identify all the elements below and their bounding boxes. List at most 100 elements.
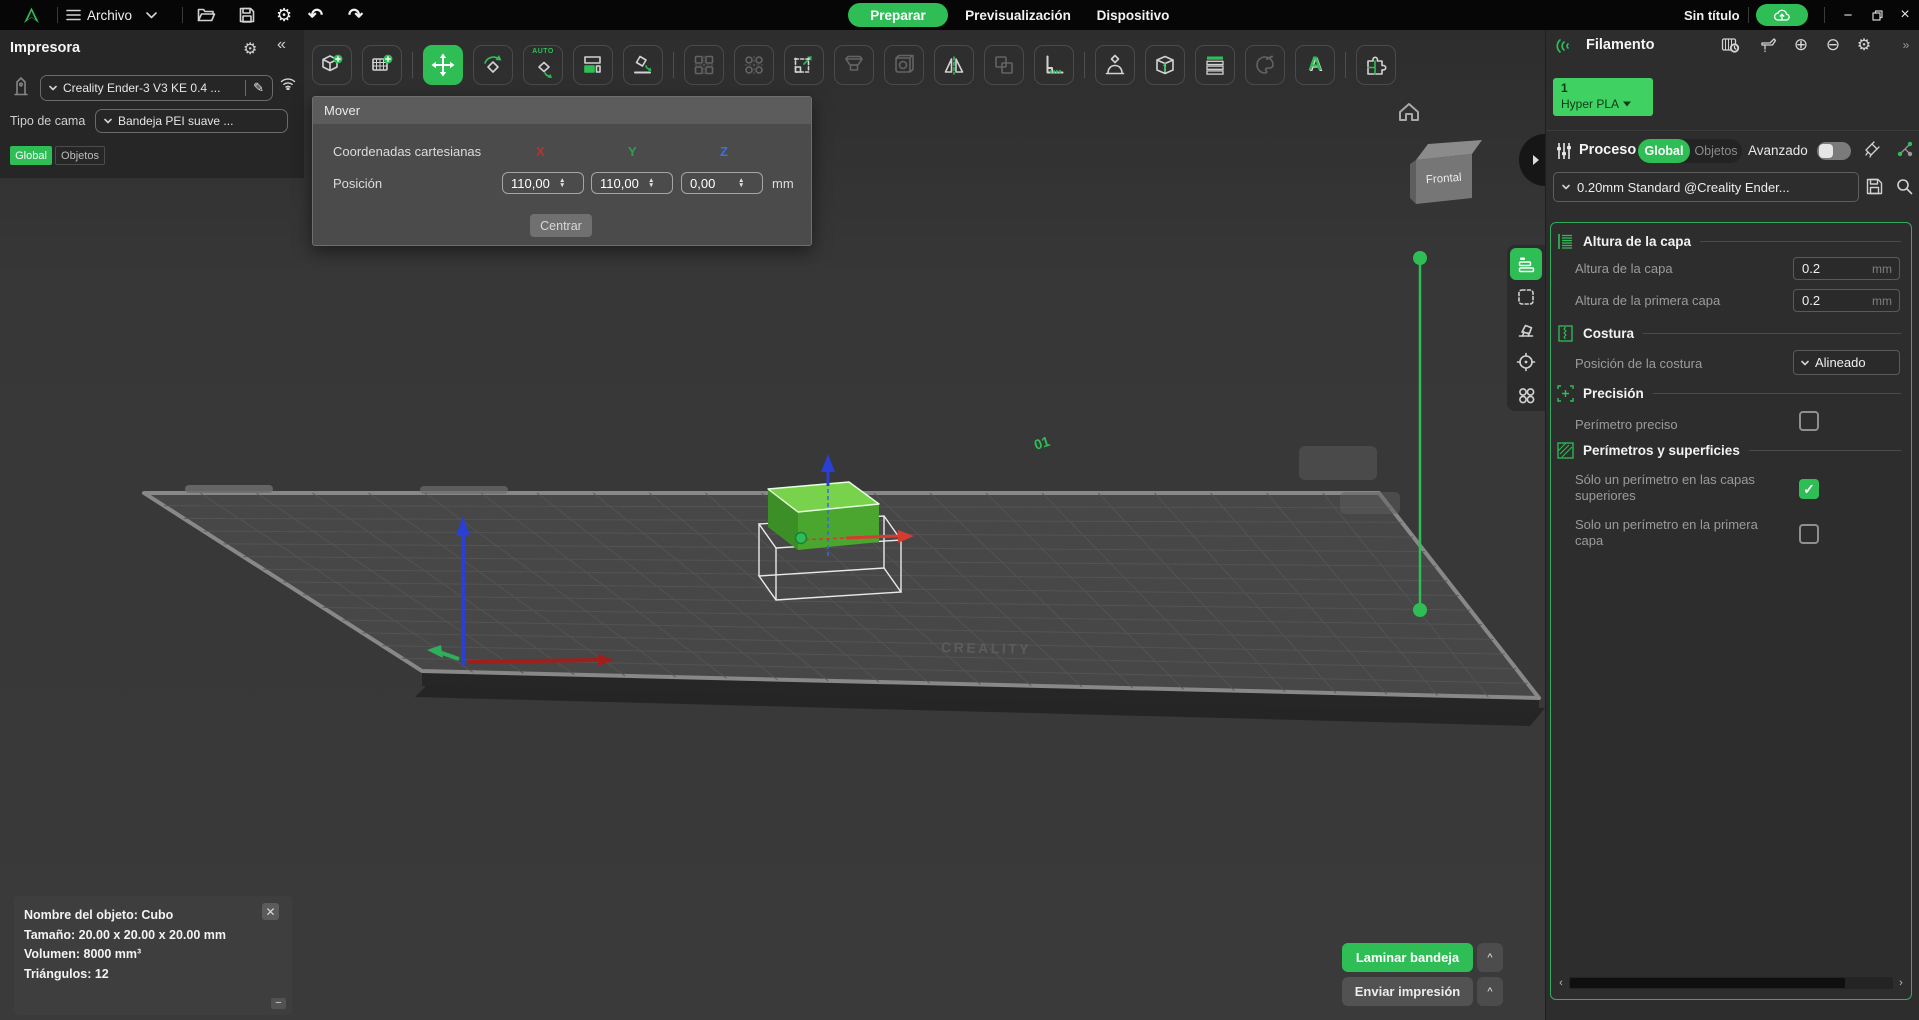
tab-device[interactable]: Dispositivo [1092, 3, 1174, 27]
cloud-upload-button[interactable] [1756, 4, 1808, 26]
gizmo-center-handle[interactable] [796, 533, 807, 544]
setting-label: Solo un perímetro en la primera capa [1575, 517, 1787, 549]
slider-top-handle[interactable] [1413, 251, 1427, 265]
slice-options-button[interactable]: ^ [1477, 943, 1503, 972]
x-position-stepper[interactable]: ▲▼ [502, 172, 584, 194]
arrange-button[interactable] [573, 45, 613, 85]
y-position-stepper[interactable]: ▲▼ [591, 172, 673, 194]
z-position-stepper[interactable]: ▲▼ [681, 172, 763, 194]
tab-preview[interactable]: Previsualización [958, 3, 1078, 27]
seam-tool-button[interactable] [1145, 45, 1185, 85]
scrollbar-thumb[interactable] [1570, 978, 1845, 988]
y-position-input[interactable] [592, 176, 646, 191]
support-blocker-button[interactable] [834, 45, 874, 85]
x-position-input[interactable] [503, 176, 557, 191]
precise-wall-checkbox[interactable] [1799, 411, 1819, 431]
settings-gear-icon[interactable]: ⚙ [276, 0, 292, 30]
hole-tool-button[interactable] [884, 45, 924, 85]
measure-tool-button[interactable] [1034, 45, 1074, 85]
collapse-section-icon[interactable]: » [1894, 30, 1918, 60]
plate-list-button[interactable] [1510, 248, 1542, 280]
stepper-arrows[interactable]: ▲▼ [559, 178, 565, 189]
filament-settings-gear-icon[interactable]: ⚙ [1852, 30, 1876, 60]
scope-objects-tab[interactable]: Objetos [55, 146, 105, 165]
stepper-arrows[interactable]: ▲▼ [738, 178, 744, 189]
move-dialog-header[interactable]: Mover [313, 97, 811, 124]
send-options-button[interactable]: ^ [1477, 977, 1503, 1006]
slice-plate-button[interactable]: Laminar bandeja [1342, 943, 1473, 972]
profile-select[interactable]: 0.20mm Standard @Creality Ender... [1553, 172, 1859, 202]
filament-slot-chip[interactable]: 1 Hyper PLA [1553, 78, 1653, 116]
single-wall-first-checkbox[interactable] [1799, 524, 1819, 544]
file-menu[interactable]: Archivo [87, 0, 132, 30]
filament-unload-icon[interactable] [1756, 30, 1780, 60]
chevron-down-icon[interactable] [146, 12, 157, 19]
lay-flat-button[interactable] [623, 45, 663, 85]
paint-tool-button[interactable] [1245, 45, 1285, 85]
close-button[interactable]: × [1890, 0, 1919, 30]
calibration-icon[interactable] [1863, 140, 1881, 158]
first-layer-height-input[interactable] [1794, 293, 1858, 308]
plugin-button[interactable] [1356, 45, 1396, 85]
layer-height-tool-button[interactable] [1195, 45, 1235, 85]
send-print-button[interactable]: Enviar impresión [1342, 977, 1473, 1006]
split-tool-button[interactable] [934, 45, 974, 85]
parameter-nodes-icon[interactable] [1896, 140, 1914, 158]
auto-orient-button[interactable]: AUTO [523, 45, 563, 85]
restore-button[interactable] [1862, 0, 1892, 30]
minimize-info-icon[interactable]: − [271, 998, 286, 1009]
view-cube[interactable]: Frontal [1402, 136, 1486, 212]
save-icon[interactable] [239, 7, 255, 23]
edit-printer-icon[interactable]: ✎ [245, 80, 264, 96]
center-button[interactable]: Centrar [530, 214, 592, 237]
add-filament-icon[interactable]: ⊕ [1789, 30, 1813, 60]
layer-height-input[interactable] [1794, 261, 1858, 276]
undo-icon[interactable]: ↶ [308, 0, 323, 30]
bed-type-select[interactable]: Bandeja PEI suave ... [95, 109, 288, 133]
printer-select[interactable]: Creality Ender-3 V3 KE 0.4 ... ✎ [40, 75, 273, 101]
fill-plate-button[interactable] [734, 45, 774, 85]
selection-box-button[interactable] [1510, 281, 1542, 313]
manual-support-button[interactable] [1095, 45, 1135, 85]
slider-bottom-handle[interactable] [1413, 603, 1427, 617]
horizontal-scrollbar[interactable]: ‹ › [1556, 975, 1906, 991]
hamburger-icon[interactable] [66, 9, 81, 21]
boolean-tool-button[interactable] [984, 45, 1024, 85]
close-icon[interactable]: ✕ [262, 903, 279, 920]
scrollbar-track[interactable] [1569, 977, 1893, 989]
layer-height-field[interactable]: mm [1793, 257, 1900, 280]
view-cube-front-label[interactable]: Frontal [1426, 172, 1463, 186]
add-model-button[interactable] [312, 45, 352, 85]
remove-filament-icon[interactable]: ⊖ [1821, 30, 1845, 60]
move-tool-button[interactable] [423, 45, 463, 85]
scope-global-tab[interactable]: Global [10, 146, 52, 165]
scroll-right-arrow[interactable]: › [1896, 977, 1906, 989]
rotate-tool-button[interactable] [473, 45, 513, 85]
add-plate-button[interactable] [362, 45, 402, 85]
clone-button[interactable] [684, 45, 724, 85]
collapse-panel-icon[interactable]: « [277, 36, 286, 54]
process-objects-tab[interactable]: Objetos [1690, 139, 1742, 163]
first-layer-height-field[interactable]: mm [1793, 289, 1900, 312]
save-profile-icon[interactable] [1866, 178, 1883, 195]
tab-prepare[interactable]: Preparar [848, 3, 948, 27]
printer-settings-gear-icon[interactable]: ⚙ [243, 39, 257, 59]
single-wall-top-checkbox[interactable]: ✓ [1799, 479, 1819, 499]
text-tool-button[interactable]: A [1295, 45, 1335, 85]
wifi-icon[interactable] [280, 77, 296, 90]
scale-tool-button[interactable] [784, 45, 824, 85]
search-profile-icon[interactable] [1896, 178, 1913, 195]
target-button[interactable] [1510, 346, 1542, 378]
projector-button[interactable] [1510, 314, 1542, 346]
filament-box-icon[interactable] [1718, 30, 1742, 60]
z-position-input[interactable] [682, 176, 736, 191]
stepper-arrows[interactable]: ▲▼ [648, 178, 654, 189]
minimize-button[interactable]: − [1833, 0, 1863, 30]
scroll-left-arrow[interactable]: ‹ [1556, 977, 1566, 989]
seam-position-select[interactable]: Alineado [1793, 350, 1900, 375]
advanced-toggle[interactable] [1817, 142, 1851, 160]
process-global-tab[interactable]: Global [1638, 139, 1690, 163]
redo-icon[interactable]: ↷ [348, 0, 363, 30]
group-button[interactable] [1510, 379, 1542, 411]
open-folder-icon[interactable] [197, 7, 216, 23]
